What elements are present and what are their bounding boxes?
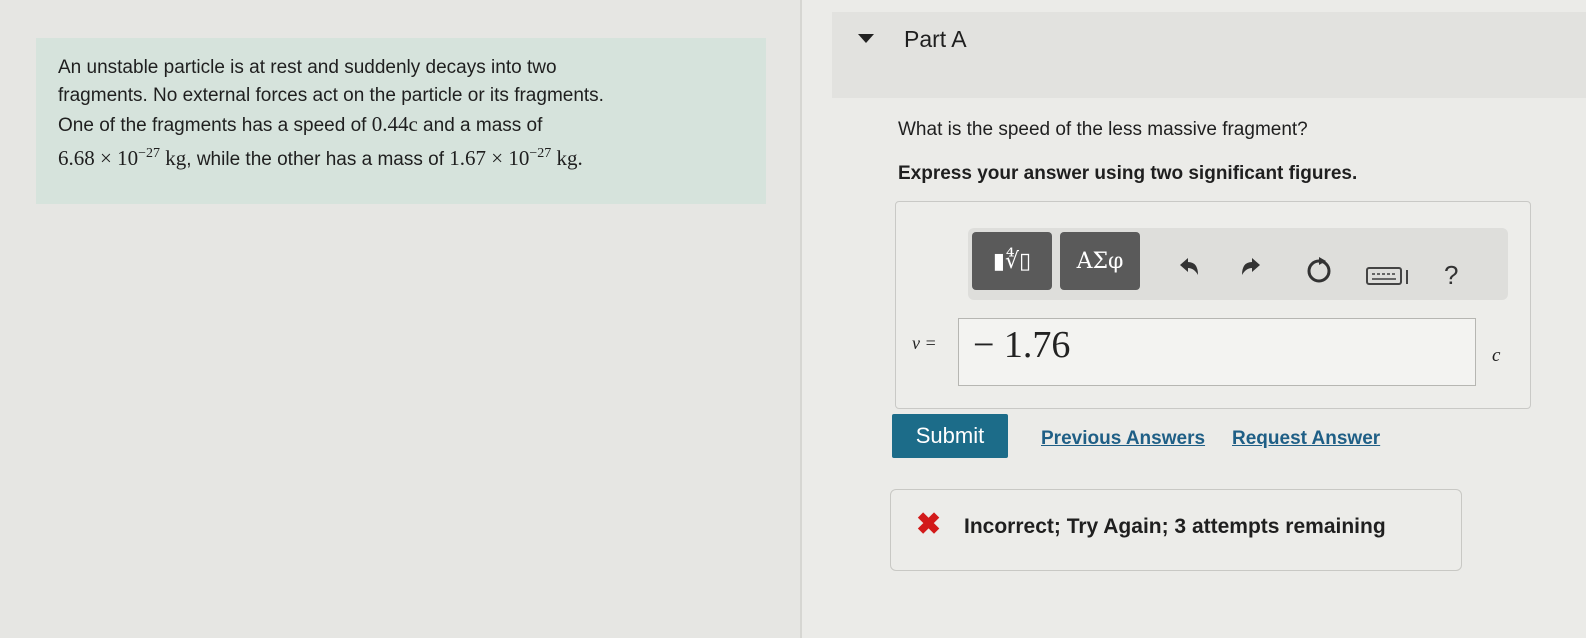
problem-statement: An unstable particle is at rest and sudd… (36, 38, 766, 204)
problem-line-1: An unstable particle is at rest and sudd… (58, 57, 557, 78)
unit-label: c (1492, 345, 1501, 366)
part-title[interactable]: Part A (904, 26, 967, 53)
mass1-unit: kg (165, 146, 187, 170)
question-text: What is the speed of the less massive fr… (898, 119, 1308, 140)
problem-line-3-post: and a mass of (417, 115, 543, 136)
speed-value: 0.44c (371, 112, 418, 136)
collapse-caret-icon[interactable] (858, 34, 874, 43)
previous-answers-link[interactable]: Previous Answers (1041, 428, 1205, 450)
redo-icon[interactable] (1238, 255, 1266, 288)
problem-line-4-mid: , while the other has a mass of (186, 149, 450, 170)
part-header[interactable] (832, 12, 1586, 98)
problem-line-4: 6.68 × 10−27 kg, while the other has a m… (58, 140, 744, 174)
feedback-text: Incorrect; Try Again; 3 attempts remaini… (964, 515, 1386, 538)
request-answer-link[interactable]: Request Answer (1232, 428, 1380, 450)
mass1-base: 6.68 × 10 (58, 146, 139, 170)
reset-icon[interactable] (1304, 255, 1334, 292)
greek-symbols-button[interactable]: ΑΣφ (1060, 232, 1140, 290)
instruction-text: Express your answer using two significan… (898, 163, 1358, 184)
mass2-base: 1.67 × 10 (449, 146, 530, 170)
x-icon: ✖ (916, 508, 942, 541)
variable-label: v = (912, 333, 937, 353)
submit-button[interactable]: Submit (892, 414, 1008, 458)
keyboard-icon[interactable] (1366, 264, 1410, 295)
problem-line-3: One of the fragments has a speed of 0.44… (58, 110, 744, 140)
mass1-exponent: −27 (138, 146, 160, 161)
templates-button[interactable]: ▮∜▯ (972, 232, 1052, 290)
help-button[interactable]: ? (1444, 260, 1458, 291)
problem-line-2: fragments. No external forces act on the… (58, 85, 604, 106)
answer-input[interactable]: − 1.76 (958, 318, 1476, 386)
problem-line-3-pre: One of the fragments has a speed of (58, 115, 372, 136)
undo-icon[interactable] (1174, 255, 1202, 288)
mass2-exponent: −27 (529, 146, 552, 161)
mass2-unit: kg. (556, 146, 583, 170)
